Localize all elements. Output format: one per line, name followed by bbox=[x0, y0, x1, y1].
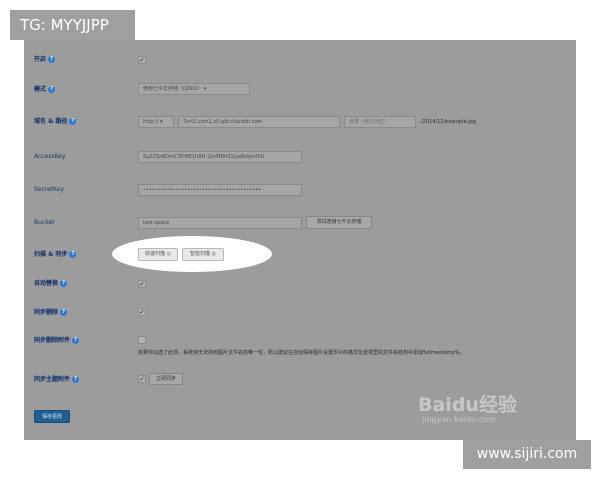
help-icon[interactable]: ? bbox=[69, 251, 77, 258]
secretkey-label: SecretKey bbox=[34, 186, 65, 193]
chevron-down-icon: ▾ bbox=[159, 119, 163, 125]
help-icon[interactable]: ? bbox=[72, 376, 80, 383]
bucket-input[interactable]: test-space bbox=[138, 217, 302, 229]
sync-now-button[interactable]: 立即同步 bbox=[149, 373, 183, 385]
baidu-logo: Baidu经验 bbox=[418, 394, 517, 416]
baidu-subtext: jingyan.baidu.com bbox=[422, 415, 496, 424]
sync-delete-label: 同步删除? bbox=[34, 309, 68, 317]
enable-checkbox[interactable]: ✓ bbox=[138, 56, 146, 64]
watermark-url: www.sijiri.com bbox=[463, 440, 591, 469]
auto-replace-checkbox[interactable]: ✓ bbox=[138, 280, 146, 288]
chevron-down-icon: ▾ bbox=[203, 86, 207, 92]
watermark-tag: TG: MYYJJPP bbox=[10, 10, 135, 40]
path-suffix: /2014/11/example.jpg bbox=[421, 119, 476, 125]
secretkey-input[interactable]: •••••••••••••••••••••••••••••••••••••••• bbox=[138, 184, 302, 196]
mode-select[interactable]: 使用七牛云存储（QINIU） ▾ bbox=[138, 83, 250, 95]
sync-delete-attach-label: 同步删除附件? bbox=[34, 337, 80, 345]
sync-delete-attach-note: 如果你勾选了此项，系统将无法找到图片文件名的唯一性，所以建议在自动保存图片设置页… bbox=[138, 350, 465, 356]
help-icon[interactable]: ? bbox=[60, 309, 68, 316]
test-connection-button[interactable]: 测试连接七牛云存储 bbox=[306, 216, 372, 229]
enable-label: 开启? bbox=[34, 56, 56, 64]
help-icon[interactable]: ? bbox=[69, 118, 77, 125]
accesskey-label: AccessKey bbox=[34, 153, 66, 160]
sync-theme-label: 同步主题附件? bbox=[34, 376, 80, 384]
help-icon[interactable]: ? bbox=[60, 280, 68, 287]
help-icon[interactable]: ? bbox=[48, 56, 56, 63]
domain-input[interactable]: 7xrt2.com1.z0.glb.clouddn.com bbox=[178, 116, 340, 128]
info-icon: ◎ bbox=[211, 251, 216, 257]
mode-label: 模式? bbox=[34, 86, 56, 94]
save-button[interactable]: 保存更改 bbox=[34, 410, 70, 423]
settings-panel bbox=[24, 40, 576, 440]
bucket-label: Bucket bbox=[34, 219, 55, 226]
sync-delete-checkbox[interactable]: ✓ bbox=[138, 308, 146, 316]
help-icon[interactable]: ? bbox=[48, 86, 56, 93]
sync-theme-checkbox[interactable]: ✓ bbox=[138, 375, 146, 383]
sync-delete-attach-checkbox[interactable]: ✓ bbox=[138, 336, 146, 344]
help-icon[interactable]: ? bbox=[72, 337, 80, 344]
path-input[interactable]: 目录（可以为空） bbox=[344, 116, 416, 128]
domain-label: 域名 & 路径? bbox=[34, 118, 77, 126]
accesskey-input[interactable]: SyZ2SxBDmC3FrBE1hBH-2znMBriS1jyeBdqmfSU bbox=[138, 151, 302, 163]
auto-replace-label: 自动替换? bbox=[34, 280, 68, 288]
scan-label: 扫描 & 同步? bbox=[34, 251, 77, 259]
info-icon: ◎ bbox=[166, 251, 171, 257]
smart-scan-button[interactable]: 智能扫描 ◎ bbox=[182, 248, 224, 261]
protocol-select[interactable]: http:// ▾ bbox=[138, 116, 174, 128]
quick-scan-button[interactable]: 快速扫描 ◎ bbox=[138, 248, 178, 261]
